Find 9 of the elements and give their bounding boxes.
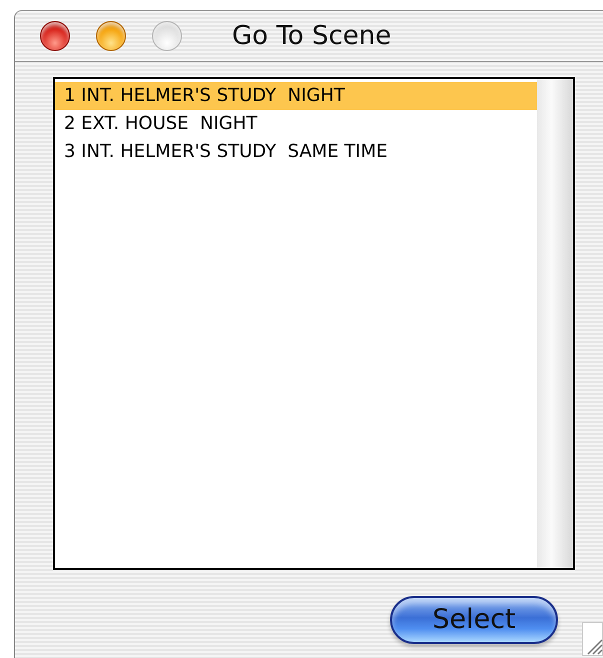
- resize-grip-icon[interactable]: [582, 622, 603, 656]
- scene-list-item[interactable]: 1 INT. HELMER'S STUDY NIGHT: [55, 82, 537, 110]
- scene-list-item[interactable]: 2 EXT. HOUSE NIGHT: [55, 110, 537, 138]
- select-button[interactable]: Select: [390, 596, 558, 644]
- scroll-bar-track[interactable]: [537, 79, 573, 568]
- scene-list-item[interactable]: 3 INT. HELMER'S STUDY SAME TIME: [55, 138, 537, 166]
- minimize-window-button[interactable]: [96, 21, 126, 51]
- window-title: Go To Scene: [232, 21, 392, 51]
- close-window-button[interactable]: [40, 21, 70, 51]
